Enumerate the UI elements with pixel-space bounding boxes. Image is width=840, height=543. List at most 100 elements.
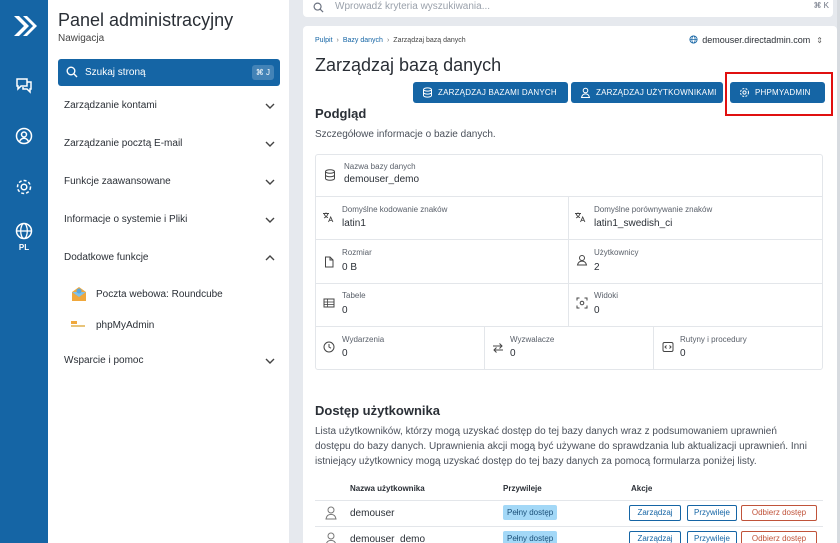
breadcrumb-link-databases[interactable]: Bazy danych <box>343 37 383 44</box>
breadcrumb: Pulpit › Bazy danych › Zarządzaj bazą danych <box>315 37 466 44</box>
user-icon <box>580 87 591 98</box>
sidebar-item-label: Wsparcie i pomoc <box>64 355 144 366</box>
manage-databases-button[interactable]: ZARZĄDZAJ BAZAMI DANYCH <box>413 82 568 103</box>
sidebar-item-accounts[interactable]: Zarządzanie kontami <box>58 96 280 116</box>
size-row: Rozmiar 0 B Użytkownicy 2 <box>316 240 822 284</box>
privileges-badge: Pełny dostęp <box>503 531 558 543</box>
column-header-username[interactable]: Nazwa użytkownika <box>350 484 425 493</box>
chevron-down-icon <box>265 103 275 109</box>
manage-user-button[interactable]: Zarządzaj <box>629 531 681 543</box>
events-value: 0 <box>342 348 348 359</box>
user-icon <box>326 532 336 543</box>
breadcrumb-separator: › <box>336 37 339 44</box>
sidebar-item-label: Informacje o systemie i Pliki <box>64 214 188 225</box>
size-value: 0 B <box>342 262 358 273</box>
search-icon <box>66 66 78 78</box>
sidebar-search-shortcut: ⌘ J <box>251 65 274 80</box>
db-name-value: demouser_demo <box>344 174 420 185</box>
privileges-button[interactable]: Przywileje <box>687 505 737 521</box>
language-label[interactable]: PL <box>0 243 48 252</box>
breadcrumb-link-dashboard[interactable]: Pulpit <box>315 37 333 44</box>
charset-label: Domyślne kodowanie znaków <box>342 205 448 214</box>
sidebar-subitem-label: phpMyAdmin <box>96 320 155 331</box>
sidebar-item-system-info[interactable]: Informacje o systemie i Pliki <box>58 210 280 230</box>
users-count-label: Użytkownicy <box>594 248 639 257</box>
triggers-label: Wyzwalacze <box>510 335 555 344</box>
sidebar-scrollbar[interactable] <box>289 0 293 543</box>
user-icon <box>576 255 588 266</box>
database-icon <box>423 87 432 98</box>
table-row: demouser_demo Pełny dostęp Zarządzaj Prz… <box>315 526 823 543</box>
globe-icon <box>689 35 698 44</box>
events-row: Wydarzenia 0 Wyzwalacze 0 Rutyny i proce… <box>316 327 822 370</box>
size-label: Rozmiar <box>342 248 372 257</box>
collation-value: latin1_swedish_ci <box>594 218 673 229</box>
views-value: 0 <box>594 305 600 316</box>
globe-icon[interactable] <box>14 221 34 241</box>
overview-description: Szczegółowe informacje o bazie danych. <box>315 129 496 140</box>
chat-icon[interactable] <box>14 75 34 95</box>
triggers-value: 0 <box>510 348 516 359</box>
icon-rail: PL <box>0 0 48 543</box>
database-details-grid: Nazwa bazy danych demouser_demo Domyślne… <box>315 154 823 370</box>
directadmin-logo-icon[interactable] <box>10 12 38 40</box>
sidebar-item-label: Funkcje zaawansowane <box>64 176 171 187</box>
collation-label: Domyślne porównywanie znaków <box>594 205 713 214</box>
manage-users-button[interactable]: ZARZĄDZAJ UŻYTKOWNIKAMI <box>571 82 723 103</box>
chevron-down-icon <box>265 358 275 364</box>
sidebar-item-label: Dodatkowe funkcje <box>64 252 149 263</box>
translate-icon <box>323 212 334 223</box>
revoke-access-button[interactable]: Odbierz dostęp <box>741 531 817 543</box>
db-name-label: Nazwa bazy danych <box>344 162 416 171</box>
highlight-annotation <box>725 72 833 116</box>
sidebar-item-support[interactable]: Wsparcie i pomoc <box>58 351 280 371</box>
manage-user-button[interactable]: Zarządzaj <box>629 505 681 521</box>
sidebar-item-label: Zarządzanie kontami <box>64 100 157 111</box>
global-search-bar[interactable]: Wprowadź kryteria wyszukiwania... ⌘ K <box>303 0 833 17</box>
global-search-input[interactable]: Wprowadź kryteria wyszukiwania... <box>335 1 490 12</box>
db-name-cell: Nazwa bazy danych demouser_demo <box>316 155 822 197</box>
sidebar-search-label: Szukaj stroną <box>85 67 146 78</box>
view-scan-icon <box>576 297 588 309</box>
translate-icon <box>575 212 586 223</box>
sidebar-item-extra[interactable]: Dodatkowe funkcje <box>58 248 280 268</box>
chevron-down-icon <box>265 141 275 147</box>
breadcrumb-separator: › <box>386 37 390 44</box>
overview-heading: Podgląd <box>315 106 367 121</box>
privileges-button[interactable]: Przywileje <box>687 531 737 543</box>
roundcube-icon <box>72 287 86 301</box>
charset-row: Domyślne kodowanie znaków latin1 Domyśln… <box>316 197 822 240</box>
main-content: Pulpit › Bazy danych › Zarządzaj bazą danych… <box>303 26 837 543</box>
privileges-badge: Pełny dostęp <box>503 505 558 520</box>
events-label: Wydarzenia <box>342 335 385 344</box>
file-icon <box>325 256 334 268</box>
gear-icon[interactable] <box>14 177 34 197</box>
phpmyadmin-icon <box>71 321 85 327</box>
domain-selector[interactable]: demouser.directadmin.com ⇕ <box>689 35 823 45</box>
manage-databases-label: ZARZĄDZAJ BAZAMI DANYCH <box>438 88 557 97</box>
table-row: demouser Pełny dostęp Zarządzaj Przywile… <box>315 500 823 526</box>
sidebar-item-email[interactable]: Zarządzanie pocztą E-mail <box>58 134 280 154</box>
chevron-updown-icon: ⇕ <box>816 36 823 45</box>
charset-value: latin1 <box>342 218 366 229</box>
database-icon <box>325 169 335 181</box>
sidebar-item-advanced[interactable]: Funkcje zaawansowane <box>58 172 280 192</box>
code-icon <box>662 342 674 352</box>
sidebar-subitem-phpmyadmin[interactable]: phpMyAdmin <box>70 316 270 336</box>
column-header-privileges[interactable]: Przywileje <box>503 484 542 493</box>
views-label: Widoki <box>594 291 619 300</box>
column-header-actions: Akcje <box>631 484 653 493</box>
breadcrumb-current: Zarządzaj bazą danych <box>393 37 466 44</box>
tables-value: 0 <box>342 305 348 316</box>
chevron-down-icon <box>265 217 275 223</box>
sidebar-search-button[interactable]: Szukaj stroną ⌘ J <box>58 59 280 86</box>
manage-users-label: ZARZĄDZAJ UŻYTKOWNIKAMI <box>596 88 717 97</box>
sidebar-subitem-roundcube[interactable]: Poczta webowa: Roundcube <box>70 285 270 305</box>
sidebar-subtitle: Nawigacja <box>58 33 105 44</box>
routines-value: 0 <box>680 348 686 359</box>
user-circle-icon[interactable] <box>14 126 34 146</box>
chevron-up-icon <box>265 255 275 261</box>
grid-divider <box>484 327 485 370</box>
revoke-access-button[interactable]: Odbierz dostęp <box>741 505 817 521</box>
sidebar: Panel administracyjny Nawigacja Szukaj s… <box>48 0 290 543</box>
